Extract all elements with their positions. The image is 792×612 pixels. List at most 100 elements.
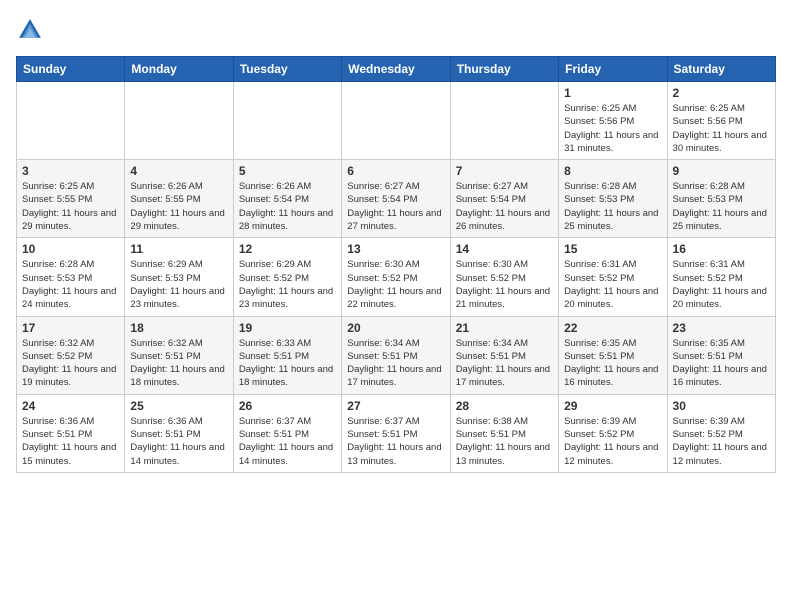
- calendar-cell: 1Sunrise: 6:25 AMSunset: 5:56 PMDaylight…: [559, 82, 667, 160]
- day-info: Sunrise: 6:30 AMSunset: 5:52 PMDaylight:…: [347, 258, 444, 311]
- calendar-table: SundayMondayTuesdayWednesdayThursdayFrid…: [16, 56, 776, 473]
- day-number: 27: [347, 399, 444, 413]
- calendar-week-1: 1Sunrise: 6:25 AMSunset: 5:56 PMDaylight…: [17, 82, 776, 160]
- calendar-header-row: SundayMondayTuesdayWednesdayThursdayFrid…: [17, 57, 776, 82]
- day-number: 3: [22, 164, 119, 178]
- day-info: Sunrise: 6:34 AMSunset: 5:51 PMDaylight:…: [456, 337, 553, 390]
- day-number: 14: [456, 242, 553, 256]
- day-info: Sunrise: 6:37 AMSunset: 5:51 PMDaylight:…: [239, 415, 336, 468]
- col-header-thursday: Thursday: [450, 57, 558, 82]
- day-number: 11: [130, 242, 227, 256]
- calendar-cell: 16 Sunrise: 6:31 AMSunset: 5:52 PMDayligh…: [667, 238, 775, 316]
- day-number: 16: [673, 242, 770, 256]
- day-info: Sunrise: 6:25 AMSunset: 5:56 PMDaylight:…: [673, 102, 770, 155]
- day-info: Sunrise: 6:31 AMSunset: 5:52 PMDaylight:…: [673, 258, 770, 311]
- logo: [16, 16, 48, 44]
- calendar-cell: 17Sunrise: 6:32 AMSunset: 5:52 PMDayligh…: [17, 316, 125, 394]
- logo-icon: [16, 16, 44, 44]
- calendar-cell: 13 Sunrise: 6:30 AMSunset: 5:52 PMDayligh…: [342, 238, 450, 316]
- calendar-cell: 25Sunrise: 6:36 AMSunset: 5:51 PMDayligh…: [125, 394, 233, 472]
- calendar-cell: 30 Sunrise: 6:39 AMSunset: 5:52 PMDayligh…: [667, 394, 775, 472]
- calendar-cell: [233, 82, 341, 160]
- calendar-cell: 18 Sunrise: 6:32 AMSunset: 5:51 PMDayligh…: [125, 316, 233, 394]
- day-number: 20: [347, 321, 444, 335]
- calendar-cell: [125, 82, 233, 160]
- day-number: 13: [347, 242, 444, 256]
- day-info: Sunrise: 6:25 AMSunset: 5:55 PMDaylight:…: [22, 180, 119, 233]
- calendar-cell: 11Sunrise: 6:29 AMSunset: 5:53 PMDayligh…: [125, 238, 233, 316]
- calendar-cell: 20 Sunrise: 6:34 AMSunset: 5:51 PMDayligh…: [342, 316, 450, 394]
- day-number: 29: [564, 399, 661, 413]
- day-number: 19: [239, 321, 336, 335]
- calendar-cell: 26 Sunrise: 6:37 AMSunset: 5:51 PMDayligh…: [233, 394, 341, 472]
- calendar-week-5: 24Sunrise: 6:36 AMSunset: 5:51 PMDayligh…: [17, 394, 776, 472]
- calendar-cell: 21 Sunrise: 6:34 AMSunset: 5:51 PMDayligh…: [450, 316, 558, 394]
- day-number: 7: [456, 164, 553, 178]
- calendar-cell: 23Sunrise: 6:35 AMSunset: 5:51 PMDayligh…: [667, 316, 775, 394]
- calendar-cell: [450, 82, 558, 160]
- day-info: Sunrise: 6:38 AMSunset: 5:51 PMDaylight:…: [456, 415, 553, 468]
- day-number: 12: [239, 242, 336, 256]
- col-header-monday: Monday: [125, 57, 233, 82]
- calendar-cell: 24Sunrise: 6:36 AMSunset: 5:51 PMDayligh…: [17, 394, 125, 472]
- calendar-cell: 4 Sunrise: 6:26 AMSunset: 5:55 PMDaylight…: [125, 160, 233, 238]
- calendar-cell: 10 Sunrise: 6:28 AMSunset: 5:53 PMDayligh…: [17, 238, 125, 316]
- calendar-week-4: 17Sunrise: 6:32 AMSunset: 5:52 PMDayligh…: [17, 316, 776, 394]
- page-header: [16, 16, 776, 44]
- calendar-cell: [17, 82, 125, 160]
- day-number: 6: [347, 164, 444, 178]
- calendar-cell: 12 Sunrise: 6:29 AMSunset: 5:52 PMDayligh…: [233, 238, 341, 316]
- col-header-saturday: Saturday: [667, 57, 775, 82]
- day-info: Sunrise: 6:25 AMSunset: 5:56 PMDaylight:…: [564, 102, 661, 155]
- col-header-tuesday: Tuesday: [233, 57, 341, 82]
- calendar-cell: 8 Sunrise: 6:28 AMSunset: 5:53 PMDaylight…: [559, 160, 667, 238]
- calendar-cell: 22 Sunrise: 6:35 AMSunset: 5:51 PMDayligh…: [559, 316, 667, 394]
- day-info: Sunrise: 6:32 AMSunset: 5:52 PMDaylight:…: [22, 337, 119, 390]
- day-info: Sunrise: 6:27 AMSunset: 5:54 PMDaylight:…: [456, 180, 553, 233]
- day-info: Sunrise: 6:32 AMSunset: 5:51 PMDaylight:…: [130, 337, 227, 390]
- day-number: 21: [456, 321, 553, 335]
- calendar-cell: 5Sunrise: 6:26 AMSunset: 5:54 PMDaylight…: [233, 160, 341, 238]
- day-number: 28: [456, 399, 553, 413]
- calendar-cell: 7 Sunrise: 6:27 AMSunset: 5:54 PMDaylight…: [450, 160, 558, 238]
- calendar-week-2: 3 Sunrise: 6:25 AMSunset: 5:55 PMDaylight…: [17, 160, 776, 238]
- day-info: Sunrise: 6:28 AMSunset: 5:53 PMDaylight:…: [22, 258, 119, 311]
- calendar-cell: 9Sunrise: 6:28 AMSunset: 5:53 PMDaylight…: [667, 160, 775, 238]
- day-number: 8: [564, 164, 661, 178]
- day-number: 2: [673, 86, 770, 100]
- calendar-cell: 2 Sunrise: 6:25 AMSunset: 5:56 PMDaylight…: [667, 82, 775, 160]
- col-header-wednesday: Wednesday: [342, 57, 450, 82]
- day-info: Sunrise: 6:28 AMSunset: 5:53 PMDaylight:…: [673, 180, 770, 233]
- day-number: 10: [22, 242, 119, 256]
- day-number: 26: [239, 399, 336, 413]
- day-number: 4: [130, 164, 227, 178]
- day-number: 22: [564, 321, 661, 335]
- day-info: Sunrise: 6:35 AMSunset: 5:51 PMDaylight:…: [564, 337, 661, 390]
- day-info: Sunrise: 6:37 AMSunset: 5:51 PMDaylight:…: [347, 415, 444, 468]
- day-number: 30: [673, 399, 770, 413]
- day-info: Sunrise: 6:26 AMSunset: 5:55 PMDaylight:…: [130, 180, 227, 233]
- col-header-sunday: Sunday: [17, 57, 125, 82]
- day-info: Sunrise: 6:36 AMSunset: 5:51 PMDaylight:…: [22, 415, 119, 468]
- calendar-cell: [342, 82, 450, 160]
- calendar-cell: 14 Sunrise: 6:30 AMSunset: 5:52 PMDayligh…: [450, 238, 558, 316]
- calendar-cell: 28 Sunrise: 6:38 AMSunset: 5:51 PMDayligh…: [450, 394, 558, 472]
- day-info: Sunrise: 6:27 AMSunset: 5:54 PMDaylight:…: [347, 180, 444, 233]
- calendar-cell: 6 Sunrise: 6:27 AMSunset: 5:54 PMDaylight…: [342, 160, 450, 238]
- day-info: Sunrise: 6:29 AMSunset: 5:52 PMDaylight:…: [239, 258, 336, 311]
- calendar-cell: 15Sunrise: 6:31 AMSunset: 5:52 PMDayligh…: [559, 238, 667, 316]
- calendar-cell: 3 Sunrise: 6:25 AMSunset: 5:55 PMDaylight…: [17, 160, 125, 238]
- day-info: Sunrise: 6:31 AMSunset: 5:52 PMDaylight:…: [564, 258, 661, 311]
- day-info: Sunrise: 6:39 AMSunset: 5:52 PMDaylight:…: [564, 415, 661, 468]
- day-info: Sunrise: 6:30 AMSunset: 5:52 PMDaylight:…: [456, 258, 553, 311]
- day-number: 18: [130, 321, 227, 335]
- day-number: 25: [130, 399, 227, 413]
- calendar-week-3: 10 Sunrise: 6:28 AMSunset: 5:53 PMDayligh…: [17, 238, 776, 316]
- day-info: Sunrise: 6:34 AMSunset: 5:51 PMDaylight:…: [347, 337, 444, 390]
- day-info: Sunrise: 6:28 AMSunset: 5:53 PMDaylight:…: [564, 180, 661, 233]
- col-header-friday: Friday: [559, 57, 667, 82]
- day-info: Sunrise: 6:39 AMSunset: 5:52 PMDaylight:…: [673, 415, 770, 468]
- day-info: Sunrise: 6:26 AMSunset: 5:54 PMDaylight:…: [239, 180, 336, 233]
- day-info: Sunrise: 6:35 AMSunset: 5:51 PMDaylight:…: [673, 337, 770, 390]
- calendar-cell: 29 Sunrise: 6:39 AMSunset: 5:52 PMDayligh…: [559, 394, 667, 472]
